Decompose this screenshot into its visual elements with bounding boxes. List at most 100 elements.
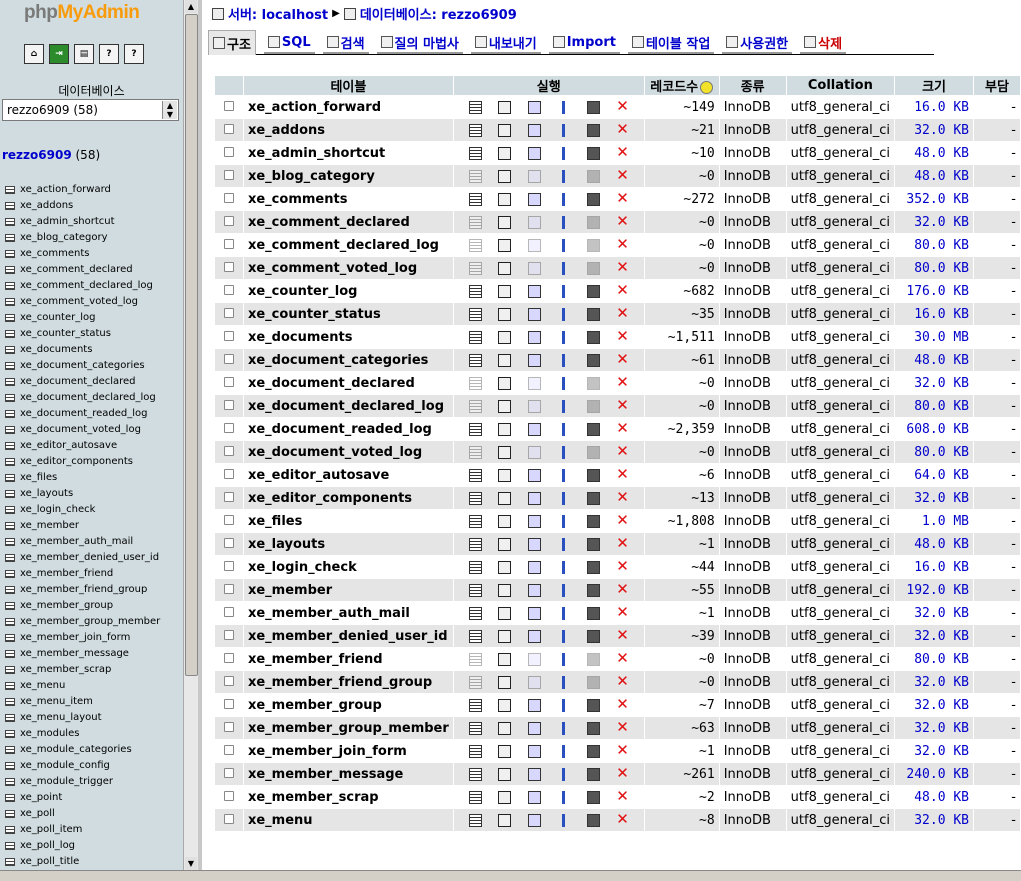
sidebar-table-item[interactable]: xe_member_group_member [5,614,160,630]
table-name[interactable]: xe_document_voted_log [243,441,453,463]
structure-icon[interactable] [498,744,512,758]
row-checkbox[interactable] [223,445,234,456]
structure-icon[interactable] [498,790,512,804]
sidebar-table-item[interactable]: xe_poll_item [5,822,160,838]
row-checkbox[interactable] [223,399,234,410]
structure-icon[interactable] [498,376,512,390]
browse-icon[interactable] [468,330,482,344]
empty-table-icon[interactable] [586,422,600,436]
row-checkbox[interactable] [223,238,234,249]
structure-icon[interactable] [498,261,512,275]
insert-icon[interactable] [557,698,571,712]
browse-icon[interactable] [468,675,482,689]
structure-icon[interactable] [498,399,512,413]
sidebar-table-label[interactable]: xe_addons [20,198,73,214]
empty-table-icon[interactable] [586,583,600,597]
empty-table-icon[interactable] [586,537,600,551]
structure-icon[interactable] [498,652,512,666]
sidebar-table-label[interactable]: xe_modules [20,726,79,742]
browse-icon[interactable] [468,537,482,551]
insert-icon[interactable] [557,445,571,459]
table-icon[interactable] [5,282,15,290]
table-icon[interactable] [5,490,15,498]
drop-table-icon[interactable]: ✕ [616,764,629,782]
search-icon[interactable] [527,514,541,528]
sidebar-table-item[interactable]: xe_point [5,790,160,806]
sql-icon[interactable]: ▤ [74,44,94,64]
table-icon[interactable] [5,634,15,642]
insert-icon[interactable] [557,468,571,482]
size-cell[interactable]: 240.0 KB [895,763,974,785]
insert-icon[interactable] [557,422,571,436]
size-cell[interactable]: 80.0 KB [895,441,974,463]
drop-table-icon[interactable]: ✕ [616,718,629,736]
table-name[interactable]: xe_member_message [243,763,453,785]
table-icon[interactable] [5,298,15,306]
current-database[interactable]: rezzo6909 (58) [2,148,100,162]
empty-table-icon[interactable] [586,399,600,413]
size-cell[interactable]: 48.0 KB [895,533,974,555]
structure-icon[interactable] [498,238,512,252]
table-icon[interactable] [5,346,15,354]
empty-table-icon[interactable] [586,813,600,827]
structure-icon[interactable] [498,767,512,781]
empty-table-icon[interactable] [586,215,600,229]
empty-table-icon[interactable] [586,445,600,459]
table-name[interactable]: xe_member_join_form [243,740,453,762]
row-checkbox[interactable] [223,560,234,571]
drop-table-icon[interactable]: ✕ [616,235,629,253]
tab-sql[interactable]: SQL [263,32,315,54]
size-cell[interactable]: 16.0 KB [895,96,974,118]
structure-icon[interactable] [498,445,512,459]
table-name[interactable]: xe_document_readed_log [243,418,453,440]
sidebar-table-item[interactable]: xe_layouts [5,486,160,502]
empty-table-icon[interactable] [586,284,600,298]
browse-icon[interactable] [468,353,482,367]
table-icon[interactable] [5,746,15,754]
row-checkbox[interactable] [223,744,234,755]
structure-icon[interactable] [498,353,512,367]
drop-table-icon[interactable]: ✕ [616,695,629,713]
drop-table-icon[interactable]: ✕ [616,189,629,207]
drop-table-icon[interactable]: ✕ [616,603,629,621]
tab-search[interactable]: 검색 [322,32,369,54]
search-icon[interactable] [527,675,541,689]
browse-icon[interactable] [468,376,482,390]
insert-icon[interactable] [557,238,571,252]
row-checkbox[interactable] [223,583,234,594]
sidebar-table-item[interactable]: xe_member_denied_user_id [5,550,160,566]
scroll-up-icon[interactable]: ▲ [185,0,197,13]
drop-table-icon[interactable]: ✕ [616,672,629,690]
insert-icon[interactable] [557,583,571,597]
drop-table-icon[interactable]: ✕ [616,465,629,483]
sidebar-table-item[interactable]: xe_menu [5,678,160,694]
sidebar-table-item[interactable]: xe_member_scrap [5,662,160,678]
browse-icon[interactable] [468,560,482,574]
structure-icon[interactable] [498,560,512,574]
row-checkbox[interactable] [223,376,234,387]
table-icon[interactable] [5,202,15,210]
sidebar-table-label[interactable]: xe_counter_log [20,310,95,326]
structure-icon[interactable] [498,468,512,482]
row-checkbox[interactable] [223,721,234,732]
table-icon[interactable] [5,778,15,786]
empty-table-icon[interactable] [586,123,600,137]
browse-icon[interactable] [468,468,482,482]
row-checkbox[interactable] [223,468,234,479]
tab-drop[interactable]: 삭제 [800,32,847,54]
empty-table-icon[interactable] [586,169,600,183]
structure-icon[interactable] [498,123,512,137]
tab-operations[interactable]: 테이블 작업 [627,32,715,54]
row-checkbox[interactable] [223,215,234,226]
size-cell[interactable]: 48.0 KB [895,349,974,371]
insert-icon[interactable] [557,330,571,344]
row-checkbox[interactable] [223,330,234,341]
size-cell[interactable]: 80.0 KB [895,648,974,670]
sidebar-table-label[interactable]: xe_module_categories [20,742,132,758]
row-checkbox[interactable] [223,675,234,686]
search-icon[interactable] [527,560,541,574]
size-cell[interactable]: 48.0 KB [895,142,974,164]
insert-icon[interactable] [557,399,571,413]
table-name[interactable]: xe_documents [243,326,453,348]
sidebar-table-item[interactable]: xe_menu_layout [5,710,160,726]
